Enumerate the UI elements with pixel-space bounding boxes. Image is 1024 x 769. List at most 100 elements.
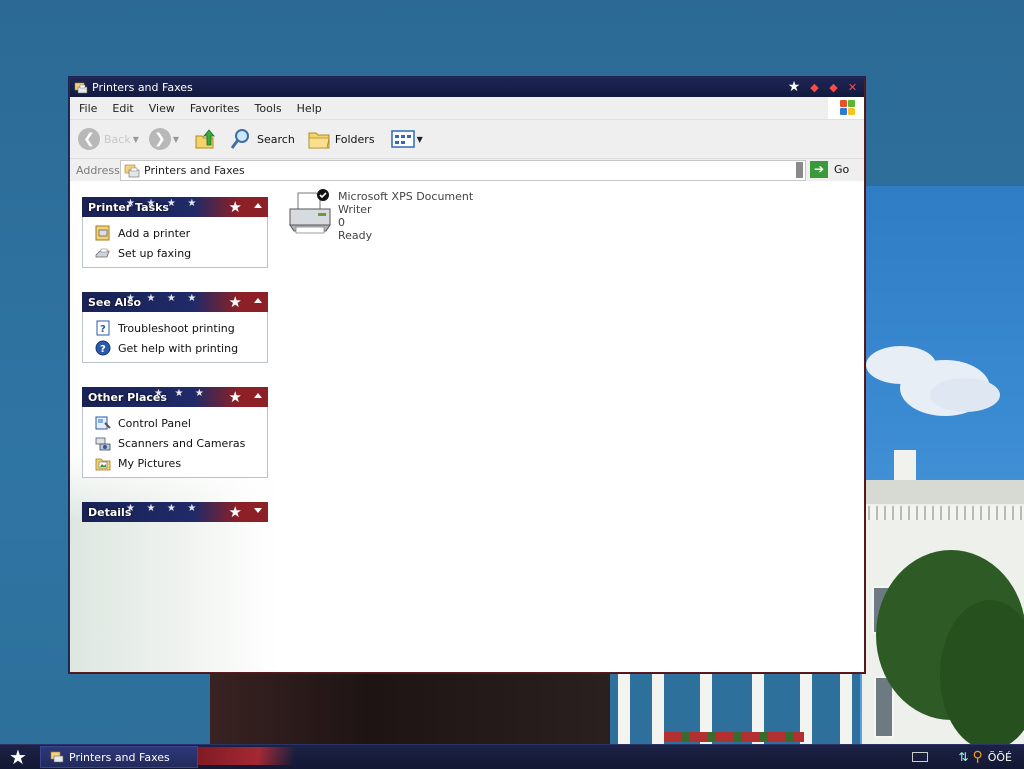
- back-button[interactable]: ❮ Back ▼: [78, 128, 139, 150]
- search-label: Search: [257, 132, 295, 146]
- details-header[interactable]: Details ★ ★ ★ ★ ★: [82, 502, 268, 522]
- up-folder-button[interactable]: [193, 127, 217, 151]
- get-help-printing-link[interactable]: ? Get help with printing: [83, 338, 267, 358]
- flag-decoration: [198, 747, 318, 765]
- folders-button[interactable]: Folders: [307, 128, 375, 150]
- collapse-icon[interactable]: [254, 393, 262, 398]
- star-icon: ★: [228, 198, 242, 216]
- troubleshoot-printing-label: Troubleshoot printing: [118, 321, 235, 335]
- network-icon[interactable]: ⇅: [958, 750, 968, 764]
- views-icon: [390, 130, 415, 148]
- search-button[interactable]: Search: [229, 127, 295, 151]
- go-arrow-icon: ➔: [810, 161, 828, 178]
- collapse-icon[interactable]: [254, 203, 262, 208]
- views-button[interactable]: ▼: [390, 129, 423, 149]
- up-folder-icon: [195, 129, 215, 149]
- search-icon[interactable]: ⚲: [972, 749, 982, 765]
- get-help-printing-label: Get help with printing: [118, 341, 239, 355]
- expand-icon[interactable]: [254, 508, 262, 513]
- set-up-faxing-link[interactable]: Set up faxing: [83, 243, 267, 263]
- add-printer-link[interactable]: Add a printer: [83, 223, 267, 243]
- printer-status: Ready: [338, 229, 373, 242]
- printers-folder-icon: [50, 751, 64, 763]
- troubleshoot-printing-link[interactable]: ? Troubleshoot printing: [83, 318, 267, 338]
- menu-favorites[interactable]: Favorites: [184, 102, 246, 115]
- svg-text:?: ?: [100, 344, 106, 355]
- address-bar: Address Printers and Faxes ➔ Go: [70, 159, 864, 182]
- star-icon: ★: [228, 293, 242, 311]
- close-button[interactable]: ✕: [845, 81, 860, 95]
- see-also-header[interactable]: See Also ★ ★ ★ ★ ★: [82, 292, 268, 312]
- stars-decoration: ★ ★ ★ ★: [126, 198, 201, 209]
- back-label: Back: [104, 132, 131, 146]
- chevron-down-icon: ▼: [172, 134, 180, 144]
- clock[interactable]: ÕÕÉ: [988, 751, 1012, 764]
- scanner-camera-icon: [95, 435, 111, 451]
- svg-text:?: ?: [100, 324, 106, 335]
- printers-folder-icon: [124, 164, 140, 177]
- printer-icon: [289, 189, 331, 234]
- control-panel-icon: [95, 415, 111, 431]
- printers-and-faxes-window: Printers and Faxes ★ ◆ ◆ ✕ File Edit Vie…: [69, 77, 865, 673]
- control-panel-label: Control Panel: [118, 416, 191, 430]
- taskbar-window-label: Printers and Faxes: [69, 750, 170, 764]
- menu-bar: File Edit View Favorites Tools Help: [70, 97, 864, 120]
- content-area: Printer Tasks ★ ★ ★ ★ ★ Add a printer Se…: [70, 181, 864, 672]
- windows-logo-icon: [828, 97, 864, 119]
- address-label: Address: [76, 163, 120, 177]
- taskbar-window-button[interactable]: Printers and Faxes: [40, 746, 198, 768]
- go-label: Go: [834, 163, 850, 176]
- forward-arrow-icon: ❯: [148, 128, 171, 150]
- help-document-icon: ?: [95, 320, 111, 336]
- printers-folder-icon: [74, 82, 88, 94]
- search-icon: [230, 129, 250, 149]
- menu-edit[interactable]: Edit: [106, 102, 139, 115]
- taskbar: ★ Printers and Faxes ⇅ ⚲ ÕÕÉ: [0, 744, 1024, 769]
- menu-file[interactable]: File: [73, 102, 103, 115]
- menu-view[interactable]: View: [143, 102, 181, 115]
- printer-name: Microsoft XPS Document Writer: [338, 190, 474, 216]
- folders-icon: [308, 132, 330, 149]
- printer-tasks-header[interactable]: Printer Tasks ★ ★ ★ ★ ★: [82, 197, 268, 217]
- help-icon: ?: [95, 340, 111, 356]
- see-also-panel: See Also ★ ★ ★ ★ ★ ? Troubleshoot printi…: [82, 292, 268, 363]
- start-button[interactable]: ★: [4, 746, 32, 768]
- printer-tasks-panel: Printer Tasks ★ ★ ★ ★ ★ Add a printer Se…: [82, 197, 268, 268]
- fax-icon: [95, 245, 111, 261]
- window-title: Printers and Faxes: [92, 81, 193, 94]
- printer-list: Microsoft XPS Document Writer 0 Ready: [278, 181, 864, 672]
- collapse-icon[interactable]: [254, 298, 262, 303]
- star-icon: ★: [787, 79, 801, 95]
- other-places-header[interactable]: Other Places ★ ★ ★ ★: [82, 387, 268, 407]
- back-arrow-icon: ❮: [78, 128, 100, 150]
- address-value: Printers and Faxes: [144, 164, 245, 177]
- chevron-down-icon: ▼: [132, 134, 139, 144]
- minimize-button[interactable]: ◆: [807, 81, 822, 95]
- forward-button[interactable]: ❯ ▼: [148, 128, 180, 150]
- my-pictures-link[interactable]: My Pictures: [83, 453, 267, 473]
- maximize-button[interactable]: ◆: [826, 81, 841, 95]
- folders-label: Folders: [334, 132, 375, 146]
- details-panel: Details ★ ★ ★ ★ ★: [82, 502, 268, 522]
- stars-decoration: ★ ★ ★ ★: [126, 503, 201, 514]
- address-input[interactable]: Printers and Faxes: [120, 160, 806, 181]
- other-places-panel: Other Places ★ ★ ★ ★ Control Panel Scann…: [82, 387, 268, 478]
- address-dropdown-button[interactable]: [796, 162, 803, 178]
- star-icon: ★: [228, 503, 242, 521]
- menu-help[interactable]: Help: [291, 102, 328, 115]
- stars-decoration: ★ ★ ★: [154, 388, 208, 399]
- printer-jobs: 0: [338, 216, 345, 229]
- control-panel-link[interactable]: Control Panel: [83, 413, 267, 433]
- set-up-faxing-label: Set up faxing: [118, 246, 192, 260]
- stars-decoration: ★ ★ ★ ★: [126, 293, 201, 304]
- system-tray: ⇅ ⚲ ÕÕÉ: [894, 745, 1024, 769]
- my-pictures-icon: [95, 455, 111, 471]
- scanners-and-cameras-label: Scanners and Cameras: [118, 436, 246, 450]
- keyboard-icon[interactable]: [912, 752, 929, 762]
- my-pictures-label: My Pictures: [118, 456, 182, 470]
- go-button[interactable]: ➔ Go: [810, 161, 849, 178]
- menu-tools[interactable]: Tools: [249, 102, 288, 115]
- printer-item[interactable]: Microsoft XPS Document Writer 0 Ready: [288, 187, 498, 242]
- scanners-and-cameras-link[interactable]: Scanners and Cameras: [83, 433, 267, 453]
- title-bar[interactable]: Printers and Faxes ★ ◆ ◆ ✕: [70, 78, 864, 97]
